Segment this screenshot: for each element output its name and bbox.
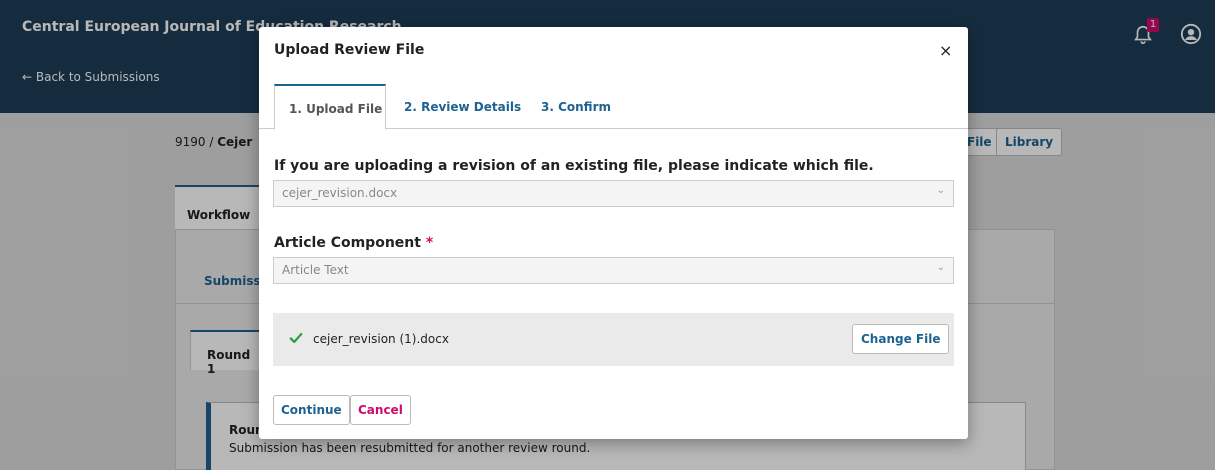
- close-icon[interactable]: ×: [939, 41, 952, 60]
- change-file-button[interactable]: Change File: [852, 324, 950, 354]
- modal-title: Upload Review File: [274, 42, 425, 58]
- check-icon: [289, 332, 303, 344]
- revision-label: If you are uploading a revision of an ex…: [274, 158, 874, 174]
- uploaded-file-box: cejer_revision (1).docx Change File: [273, 313, 954, 366]
- revision-select-value: cejer_revision.docx: [282, 186, 398, 200]
- chevron-down-icon: ⌄: [936, 185, 945, 196]
- article-component-label-text: Article Component: [274, 235, 421, 251]
- uploaded-file-name: cejer_revision (1).docx: [313, 332, 449, 346]
- article-component-value: Article Text: [282, 263, 349, 277]
- cancel-button[interactable]: Cancel: [350, 395, 411, 425]
- continue-button[interactable]: Continue: [273, 395, 350, 425]
- chevron-down-icon: ⌄: [936, 262, 945, 273]
- required-marker: *: [425, 235, 434, 251]
- article-component-select[interactable]: Article Text ⌄: [273, 257, 954, 284]
- revision-select[interactable]: cejer_revision.docx ⌄: [273, 180, 954, 207]
- tab-confirm[interactable]: 3. Confirm: [541, 84, 611, 129]
- tab-review-details[interactable]: 2. Review Details: [404, 84, 521, 129]
- article-component-label: Article Component *: [274, 235, 433, 251]
- upload-review-file-modal: Upload Review File × 1. Upload File 2. R…: [259, 27, 968, 439]
- wizard-tabs: 1. Upload File 2. Review Details 3. Conf…: [259, 84, 968, 130]
- tab-upload-file[interactable]: 1. Upload File: [274, 84, 386, 130]
